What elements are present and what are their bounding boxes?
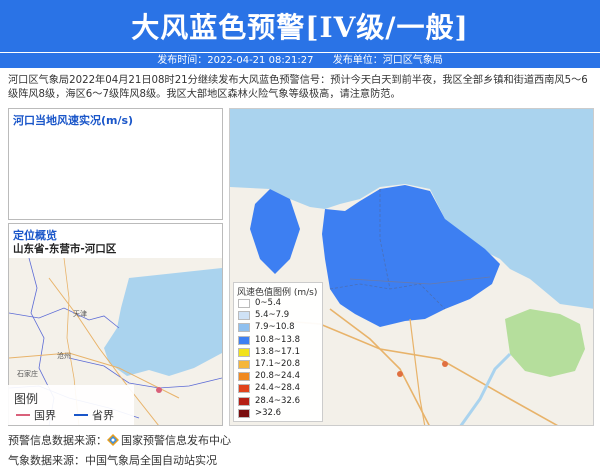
warning-source-label: 预警信息数据来源： [8, 434, 107, 447]
weather-source: 气象数据来源：中国气象局全国自动站实况 [8, 454, 217, 467]
wind-panel-title: 河口当地风速实况(m/s) [13, 114, 134, 127]
wind-scale-row: 17.1~20.8 [238, 359, 320, 370]
warning-source: 预警信息数据来源： 国家预警信息发布中心 [8, 432, 231, 448]
warning-meta-bar: 发布时间：2022-04-21 08:21:27 发布单位：河口区气象局 [0, 53, 600, 68]
location-marker-icon [156, 387, 162, 393]
wind-scale-row: 24.4~28.4 [238, 383, 320, 394]
wind-scale-label: 28.4~32.6 [255, 395, 300, 406]
wind-scale-swatch [238, 323, 250, 333]
warning-source-org: 国家预警信息发布中心 [121, 434, 231, 447]
wind-scale-label: 17.1~20.8 [255, 359, 300, 369]
wind-scale-label: 24.4~28.4 [255, 383, 300, 394]
wind-speed-color-legend: 风速色值图例 (m/s) 0~5.4 5.4~7.9 7.9~10.8 10.8~13… [233, 282, 323, 422]
national-border-line-icon [16, 414, 30, 416]
wind-scale-swatch [238, 384, 250, 394]
wind-scale-label: 20.8~24.4 [255, 371, 300, 382]
wind-scale-row: 7.9~10.8 [238, 322, 320, 333]
provincial-border-line-icon [74, 414, 88, 416]
wind-scale-label: >32.6 [255, 407, 282, 418]
wind-scale-row: 13.8~17.1 [238, 347, 320, 358]
wind-scale-label: 7.9~10.8 [255, 322, 295, 333]
map-label-cangzhou: 沧州 [57, 351, 71, 360]
location-region: 山东省-东营市-河口区 [13, 243, 117, 255]
wind-scale-swatch [238, 360, 250, 369]
wind-scale-label: 13.8~17.1 [255, 346, 300, 357]
warning-title: 大风蓝色预警[IV级/一般] [131, 11, 469, 44]
wind-scale-swatch [238, 372, 250, 382]
wind-scale-row: 5.4~7.9 [238, 310, 320, 321]
warning-center-logo-icon [107, 434, 119, 446]
wind-scale-row: 28.4~32.6 [238, 396, 320, 407]
wind-scale-row: 10.8~13.8 [238, 335, 320, 346]
wind-scale-swatch [238, 311, 250, 321]
wind-scale-swatch [238, 299, 250, 308]
wind-scale-label: 10.8~13.8 [255, 334, 300, 345]
publisher: 发布单位：河口区气象局 [332, 55, 443, 66]
map-label-tianjin: 天津 [73, 310, 87, 318]
wind-scale-swatch [238, 396, 250, 406]
wind-scale-row: >32.6 [238, 408, 320, 419]
wind-scale-swatch [238, 335, 250, 345]
wind-scale-row: 0~5.4 [238, 298, 320, 309]
wind-scale-swatch [238, 347, 250, 357]
wind-scale-label: 0~5.4 [255, 298, 282, 308]
warning-description: 河口区气象局2022年04月21日08时21分继续发布大风蓝色预警信号：预计今天… [8, 75, 588, 100]
wind-scale-label: 5.4~7.9 [255, 310, 290, 321]
publish-time: 发布时间：2022-04-21 08:21:27 [157, 55, 314, 66]
map-label-shijiazhuang: 石家庄 [17, 369, 38, 378]
warning-banner: 大风蓝色预警[IV级/一般] [0, 0, 600, 53]
map-legend-title: 图例 [14, 392, 39, 406]
wind-speed-panel: 河口当地风速实况(m/s) [8, 108, 223, 220]
wind-scale-title: 风速色值图例 (m/s) [237, 288, 318, 298]
wind-scale-row: 20.8~24.4 [238, 371, 320, 382]
provincial-border-label: 省界 [92, 409, 114, 422]
national-border-label: 国界 [34, 409, 56, 422]
wind-scale-swatch [238, 408, 250, 418]
